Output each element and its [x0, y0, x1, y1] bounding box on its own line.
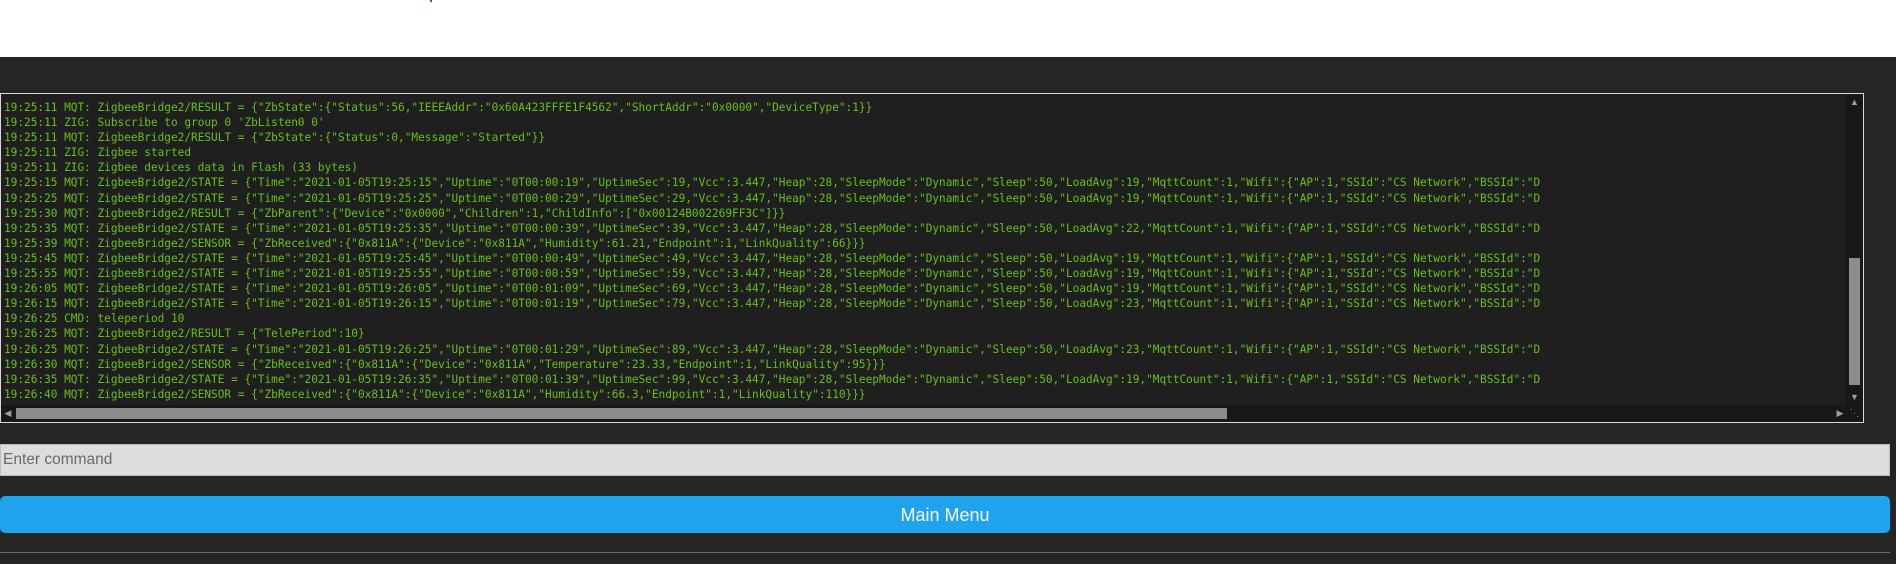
- console-log-line: 19:26:35 MQT: ZigbeeBridge2/STATE = {"Ti…: [4, 372, 1541, 386]
- header-link-fragment: [430, 0, 432, 2]
- resize-grip-icon[interactable]: ⋱: [1846, 405, 1863, 422]
- console-log-line: 19:26:25 CMD: teleperiod 10: [4, 312, 185, 326]
- scroll-down-arrow-icon[interactable]: ▼: [1846, 389, 1863, 406]
- console-log-text: 19:25:11 MQT: ZigbeeBridge2/RESULT = {"Z…: [1, 100, 1847, 406]
- console-log-line: 19:26:15 MQT: ZigbeeBridge2/STATE = {"Ti…: [4, 297, 1541, 311]
- console-log-line: 19:26:30 MQT: ZigbeeBridge2/SENSOR = {"Z…: [4, 357, 886, 371]
- scroll-up-arrow-icon[interactable]: ▲: [1846, 94, 1863, 111]
- console-log-line: 19:25:11 ZIG: Zigbee started: [4, 146, 192, 160]
- console-log-line: 19:25:55 MQT: ZigbeeBridge2/STATE = {"Ti…: [4, 267, 1541, 281]
- console-log-line: 19:25:30 MQT: ZigbeeBridge2/RESULT = {"Z…: [4, 206, 786, 220]
- console-log-line: 19:25:45 MQT: ZigbeeBridge2/STATE = {"Ti…: [4, 251, 1541, 265]
- console-log-line: 19:25:25 MQT: ZigbeeBridge2/STATE = {"Ti…: [4, 191, 1541, 205]
- console-vertical-scrollbar[interactable]: ▲ ▼: [1846, 94, 1863, 406]
- console-log-line: 19:25:11 MQT: ZigbeeBridge2/RESULT = {"Z…: [4, 101, 873, 114]
- console-log-line: 19:25:35 MQT: ZigbeeBridge2/STATE = {"Ti…: [4, 221, 1541, 235]
- console-log-line: 19:25:15 MQT: ZigbeeBridge2/STATE = {"Ti…: [4, 176, 1541, 190]
- console-log-line: 19:26:25 MQT: ZigbeeBridge2/STATE = {"Ti…: [4, 342, 1541, 356]
- console-vertical-scroll-thumb[interactable]: [1849, 258, 1860, 385]
- console-log-line: 19:25:11 ZIG: Subscribe to group 0 'ZbLi…: [4, 116, 325, 130]
- console-horizontal-scroll-thumb[interactable]: [16, 408, 1227, 419]
- console-log[interactable]: 19:25:11 MQT: ZigbeeBridge2/RESULT = {"Z…: [0, 93, 1864, 423]
- console-log-line: 19:26:40 MQT: ZigbeeBridge2/SENSOR = {"Z…: [4, 387, 866, 401]
- page-header-area: [0, 0, 1896, 57]
- console-horizontal-scrollbar[interactable]: ◀ ▶: [1, 405, 1847, 422]
- console-log-line: 19:25:39 MQT: ZigbeeBridge2/SENSOR = {"Z…: [4, 236, 866, 250]
- console-log-line: 19:26:25 MQT: ZigbeeBridge2/RESULT = {"T…: [4, 327, 365, 341]
- command-input[interactable]: [0, 444, 1890, 476]
- footer-divider: [0, 552, 1890, 553]
- console-log-line: 19:25:11 ZIG: Zigbee devices data in Fla…: [4, 161, 358, 175]
- console-log-line: 19:26:05 MQT: ZigbeeBridge2/STATE = {"Ti…: [4, 282, 1541, 296]
- console-log-line: 19:25:11 MQT: ZigbeeBridge2/RESULT = {"Z…: [4, 131, 545, 145]
- main-menu-button[interactable]: Main Menu: [0, 496, 1890, 533]
- scroll-left-arrow-icon[interactable]: ◀: [1, 405, 15, 422]
- scroll-right-arrow-icon[interactable]: ▶: [1833, 405, 1847, 422]
